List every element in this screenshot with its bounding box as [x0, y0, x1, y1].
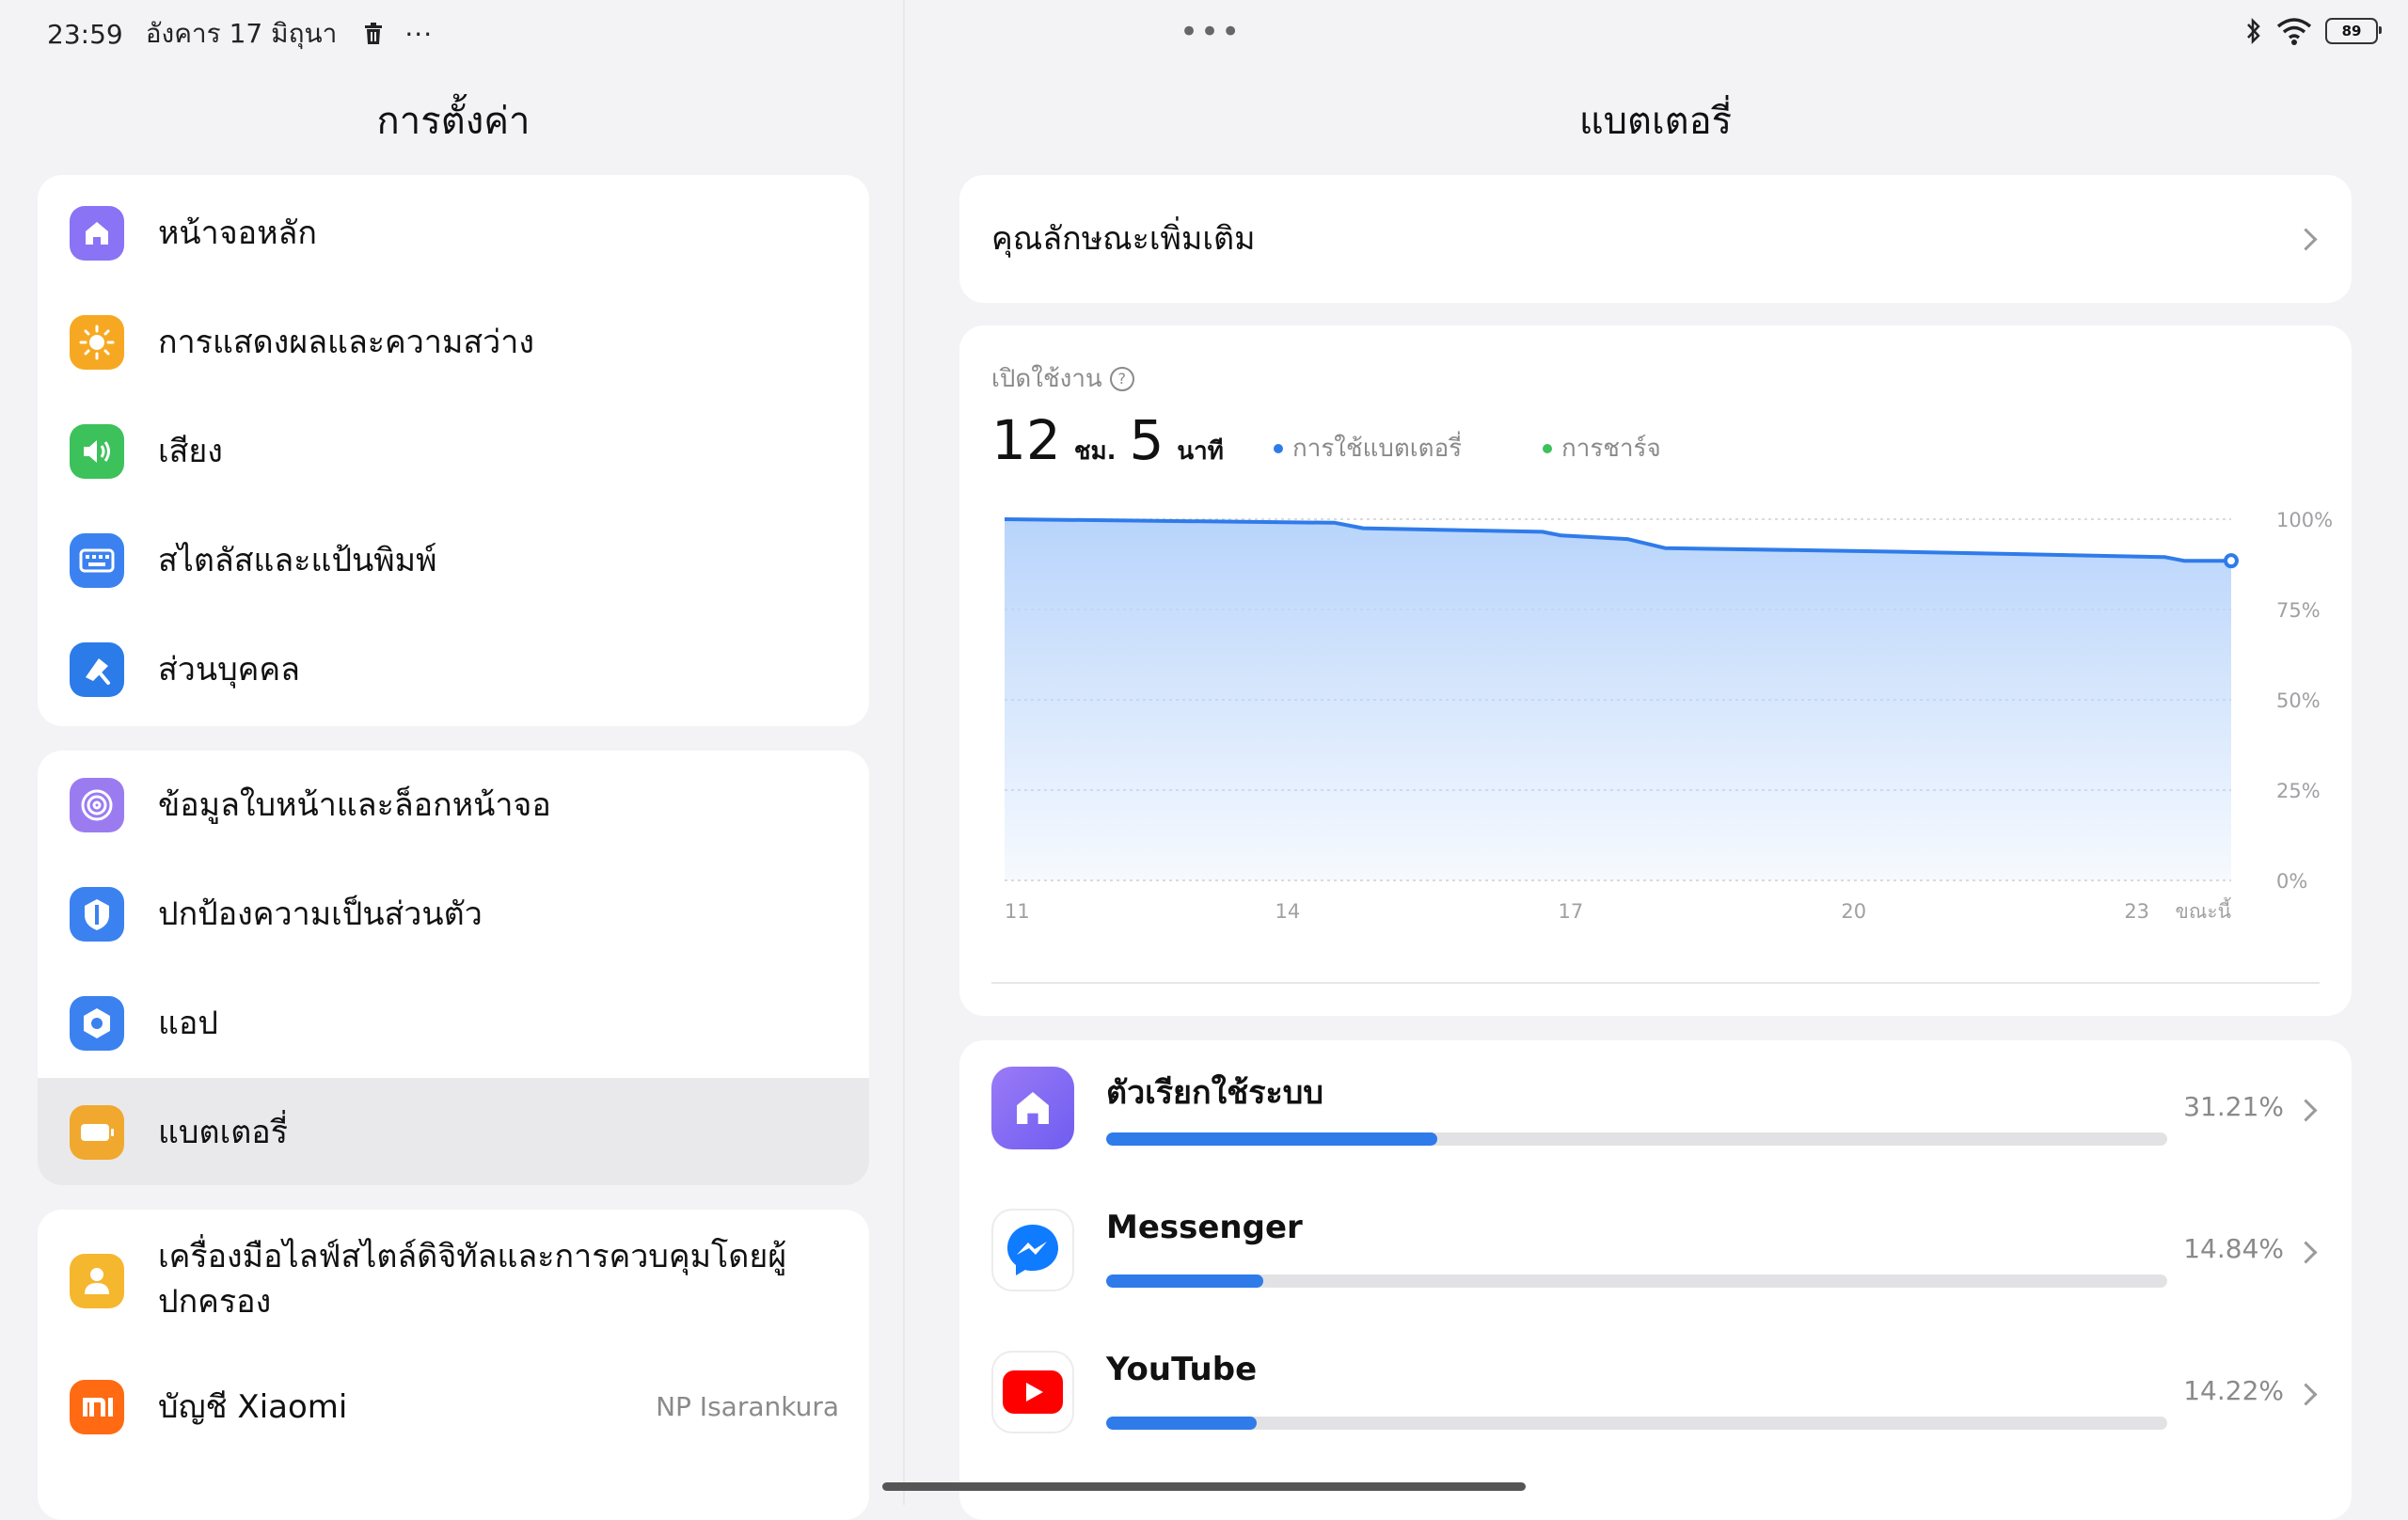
chart-y-tick-label: 50%	[2276, 689, 2321, 712]
battery-page-title: แบตเตอรี่	[1578, 100, 1733, 143]
settings-item-label: ข้อมูลใบหน้าและล็อกหน้าจอ	[158, 786, 551, 824]
apps-gear-icon	[70, 996, 124, 1051]
status-time: 23:59	[47, 18, 123, 50]
usage-percent: 14.22%	[2183, 1375, 2284, 1406]
chart-y-tick-label: 25%	[2276, 780, 2321, 802]
brush-icon	[70, 642, 124, 697]
chart-bottom-divider	[991, 982, 2320, 984]
settings-item-a-3[interactable]: สไตลัสและแป้นพิมพ์	[38, 506, 869, 615]
parental-icon	[70, 1254, 124, 1308]
settings-item-label: บัญชี Xiaomi	[158, 1388, 348, 1426]
usage-chart-card: เปิดใช้งาน ? 12 ชม. 5 นาที การใช้แบตเตอร…	[959, 325, 2352, 1016]
chart-x-tick-label: 23	[2124, 900, 2149, 923]
settings-item-b-3[interactable]: แบตเตอรี่	[38, 1078, 869, 1185]
chevron-right-icon	[2294, 1383, 2318, 1406]
usage-bar-track	[1106, 1132, 2167, 1146]
chevron-right-icon	[2294, 1099, 2318, 1122]
notification-more-icon[interactable]: ···	[404, 19, 433, 50]
battery-level: 89	[2341, 23, 2362, 40]
app-usage-row[interactable]: YouTube 14.22%	[959, 1324, 2352, 1465]
additional-features-label: คุณลักษณะเพิ่มเติม	[991, 220, 1256, 258]
app-name: YouTube	[1106, 1351, 1258, 1388]
chart-x-tick-label: ขณะนี้	[2176, 897, 2232, 923]
settings-item-label: แบตเตอรี่	[158, 1114, 288, 1151]
settings-item-a-4[interactable]: ส่วนบุคคล	[38, 615, 869, 724]
messenger-icon	[991, 1209, 1074, 1291]
chevron-right-icon	[2294, 228, 2318, 251]
battery-current-point	[2224, 553, 2239, 569]
battery-status-icon: 89	[2325, 18, 2382, 44]
pane-divider	[903, 0, 905, 1505]
battery-area	[1005, 519, 2231, 880]
settings-item-label: การแสดงผลและความสว่าง	[158, 324, 534, 361]
home-icon	[70, 206, 124, 261]
app-usage-row[interactable]: Messenger 14.84%	[959, 1182, 2352, 1323]
app-usage-row[interactable]: ตัวเรียกใช้ระบบ 31.21%	[959, 1040, 2352, 1181]
speaker-icon	[70, 424, 124, 479]
app-usage-card: ตัวเรียกใช้ระบบ 31.21% Messenger 14.84% YouT…	[959, 1040, 2352, 1520]
battery-level-chart[interactable]: 100% 75% 50% 25% 0% 11 14 17 20 23 ขณะนี้	[959, 325, 2352, 946]
home-indicator[interactable]	[882, 1482, 1526, 1491]
app-name: ตัวเรียกใช้ระบบ	[1106, 1074, 1323, 1112]
usage-bar-fill	[1106, 1417, 1258, 1430]
status-bar-right: 89	[2244, 17, 2382, 45]
status-date: อังคาร 17 มิถุนา	[145, 18, 338, 49]
usage-percent: 31.21%	[2183, 1091, 2284, 1122]
bluetooth-icon	[2247, 17, 2260, 45]
chart-x-tick-label: 11	[1005, 900, 1030, 923]
usage-bar-track	[1106, 1417, 2167, 1430]
home-icon	[991, 1067, 1074, 1149]
account-name-value: NP Isarankura	[656, 1391, 839, 1422]
chart-x-tick-label: 17	[1558, 900, 1583, 923]
usage-bar-track	[1106, 1275, 2167, 1288]
chart-y-tick-label: 75%	[2276, 599, 2321, 622]
sun-icon	[70, 315, 124, 370]
usage-bar-fill	[1106, 1275, 1264, 1288]
settings-item-label: เครื่องมือไลฟ์สไตล์ดิจิทัลและการควบคุมโด…	[158, 1238, 787, 1321]
settings-item-c-0[interactable]: เครื่องมือไลฟ์สไตล์ดิจิทัลและการควบคุมโด…	[38, 1210, 869, 1353]
usage-percent: 14.84%	[2183, 1233, 2284, 1264]
settings-item-label: ปกป้องความเป็นส่วนตัว	[158, 895, 483, 933]
settings-group-1: หน้าจอหลักการแสดงผลและความสว่างเสียงสไตล…	[38, 175, 869, 726]
multitask-handle-icon[interactable]: •••	[1180, 13, 1242, 51]
settings-item-a-2[interactable]: เสียง	[38, 397, 869, 506]
chart-y-tick-label: 100%	[2276, 509, 2333, 531]
settings-item-b-0[interactable]: ข้อมูลใบหน้าและล็อกหน้าจอ	[38, 751, 869, 860]
page-title: การตั้งค่า	[376, 100, 531, 143]
settings-group-2: ข้อมูลใบหน้าและล็อกหน้าจอปกป้องความเป็นส…	[38, 751, 869, 1185]
settings-item-a-0[interactable]: หน้าจอหลัก	[38, 179, 869, 288]
status-bar-left: 23:59 อังคาร 17 มิถุนา ···	[47, 15, 433, 53]
settings-item-label: หน้าจอหลัก	[158, 214, 317, 252]
trash-icon[interactable]	[363, 23, 384, 45]
settings-group-3: เครื่องมือไลฟ์สไตล์ดิจิทัลและการควบคุมโด…	[38, 1210, 869, 1520]
additional-features-row[interactable]: คุณลักษณะเพิ่มเติม	[959, 175, 2352, 303]
fingerprint-icon	[70, 778, 124, 832]
app-name: Messenger	[1106, 1209, 1303, 1246]
settings-item-b-1[interactable]: ปกป้องความเป็นส่วนตัว	[38, 860, 869, 969]
settings-item-a-1[interactable]: การแสดงผลและความสว่าง	[38, 288, 869, 397]
usage-bar-fill	[1106, 1132, 1438, 1146]
features-card: คุณลักษณะเพิ่มเติม	[959, 175, 2352, 303]
youtube-icon	[991, 1351, 1074, 1433]
wifi-icon	[2276, 18, 2312, 45]
chevron-right-icon	[2294, 1241, 2318, 1264]
privacy-shield-icon	[70, 887, 124, 942]
settings-item-label: สไตลัสและแป้นพิมพ์	[158, 542, 437, 579]
chart-x-tick-label: 20	[1841, 900, 1866, 923]
battery-icon	[70, 1105, 124, 1160]
settings-item-c-1[interactable]: บัญชี Xiaomi NP Isarankura	[38, 1353, 869, 1462]
keyboard-icon	[70, 533, 124, 588]
chart-x-tick-label: 14	[1275, 900, 1301, 923]
chart-y-tick-label: 0%	[2276, 870, 2307, 893]
settings-item-label: เสียง	[158, 433, 223, 470]
settings-item-label: แอป	[158, 1005, 218, 1042]
settings-item-b-2[interactable]: แอป	[38, 969, 869, 1078]
mi-logo-icon	[70, 1380, 124, 1434]
settings-item-label: ส่วนบุคคล	[158, 651, 300, 689]
